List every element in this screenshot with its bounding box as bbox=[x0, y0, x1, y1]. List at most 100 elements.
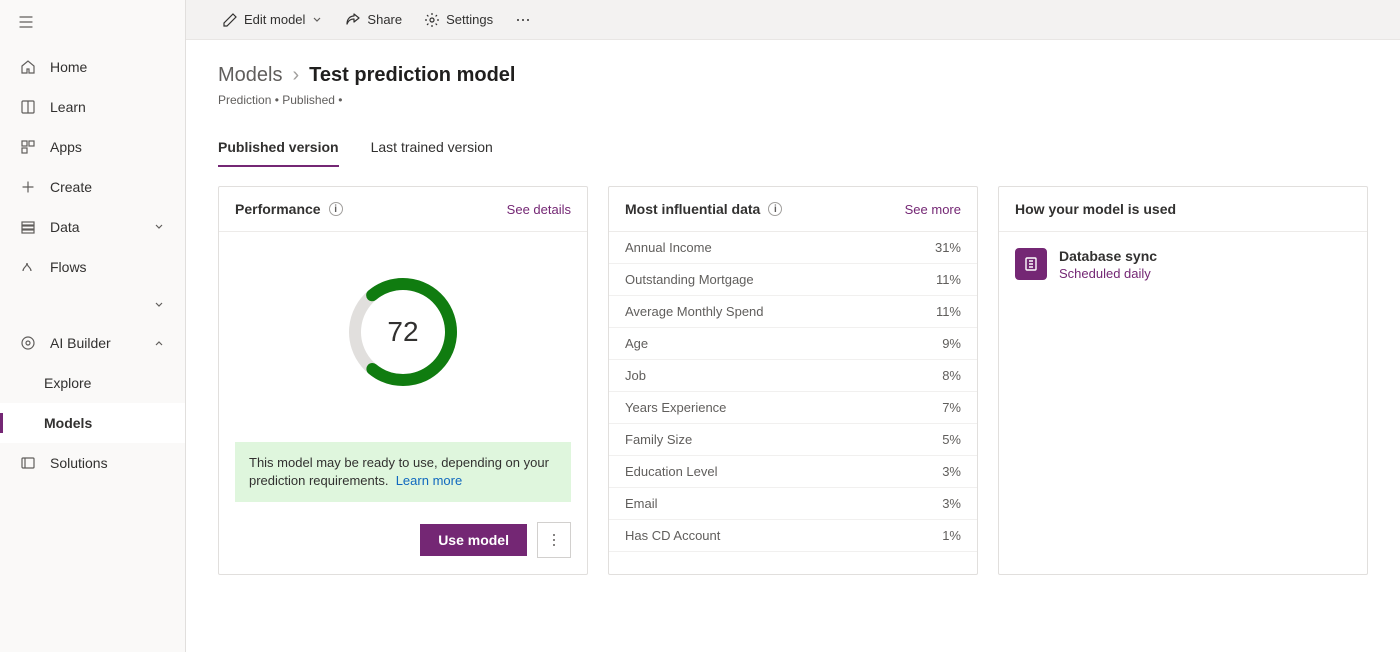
use-model-overflow-button[interactable] bbox=[537, 522, 571, 558]
hamburger-icon bbox=[18, 14, 34, 30]
chevron-down-icon bbox=[153, 299, 165, 311]
sidebar-item-label: Flows bbox=[50, 259, 87, 275]
breadcrumb-root[interactable]: Models bbox=[218, 64, 282, 87]
sidebar-item-label: Data bbox=[50, 219, 80, 235]
sidebar-item-label: Create bbox=[50, 179, 92, 195]
sidebar-item-create[interactable]: Create bbox=[0, 167, 185, 207]
sidebar-item-data[interactable]: Data bbox=[0, 207, 185, 247]
influential-name: Annual Income bbox=[625, 240, 712, 255]
learn-more-link[interactable]: Learn more bbox=[396, 473, 462, 488]
use-model-button[interactable]: Use model bbox=[420, 524, 527, 556]
pencil-icon bbox=[222, 12, 238, 28]
data-icon bbox=[20, 219, 36, 235]
toolbar-overflow-button[interactable] bbox=[507, 8, 539, 32]
chevron-down-icon bbox=[311, 14, 323, 26]
influential-name: Job bbox=[625, 368, 646, 383]
see-details-link[interactable]: See details bbox=[507, 202, 571, 217]
info-icon[interactable]: i bbox=[329, 202, 343, 216]
hamburger-button[interactable] bbox=[0, 0, 185, 47]
toolbar-label: Settings bbox=[446, 12, 493, 27]
chevron-up-icon bbox=[153, 337, 165, 349]
toolbar-label: Edit model bbox=[244, 12, 305, 27]
influential-row: Email3% bbox=[609, 488, 977, 520]
influential-pct: 3% bbox=[942, 464, 961, 479]
influential-row: Education Level3% bbox=[609, 456, 977, 488]
sidebar-item-ai-builder[interactable]: AI Builder bbox=[0, 323, 185, 363]
usage-card: How your model is used Database sync Sch… bbox=[998, 186, 1368, 575]
more-vertical-icon bbox=[546, 532, 562, 548]
page-title: Test prediction model bbox=[309, 64, 515, 87]
toolbar-label: Share bbox=[367, 12, 402, 27]
more-horizontal-icon bbox=[515, 12, 531, 28]
share-button[interactable]: Share bbox=[337, 8, 410, 32]
book-icon bbox=[20, 99, 36, 115]
chevron-down-icon bbox=[153, 221, 165, 233]
tabs: Published version Last trained version bbox=[218, 133, 1368, 168]
influential-name: Average Monthly Spend bbox=[625, 304, 764, 319]
influential-name: Has CD Account bbox=[625, 528, 720, 543]
sidebar-item-label: Explore bbox=[44, 375, 91, 391]
share-icon bbox=[345, 12, 361, 28]
card-title: Most influential data bbox=[625, 201, 760, 217]
usage-item-schedule: Scheduled daily bbox=[1059, 266, 1157, 281]
influential-row: Has CD Account 1% bbox=[609, 520, 977, 552]
ai-builder-icon bbox=[20, 335, 36, 351]
apps-icon bbox=[20, 139, 36, 155]
sidebar-item-explore[interactable]: Explore bbox=[0, 363, 185, 403]
influential-pct: 8% bbox=[942, 368, 961, 383]
usage-item-title[interactable]: Database sync bbox=[1059, 248, 1157, 264]
tab-last-trained-version[interactable]: Last trained version bbox=[371, 133, 493, 167]
influential-name: Age bbox=[625, 336, 648, 351]
influential-name: Years Experience bbox=[625, 400, 726, 415]
performance-score: 72 bbox=[387, 316, 418, 348]
performance-gauge: 72 bbox=[343, 272, 463, 392]
influential-pct: 5% bbox=[942, 432, 961, 447]
main: Edit model Share Settings Models › Test … bbox=[186, 0, 1400, 652]
tab-published-version[interactable]: Published version bbox=[218, 133, 339, 167]
influential-row: Outstanding Mortgage 11% bbox=[609, 264, 977, 296]
sidebar-item-apps[interactable]: Apps bbox=[0, 127, 185, 167]
influential-name: Email bbox=[625, 496, 658, 511]
influential-row: Family Size 5% bbox=[609, 424, 977, 456]
breadcrumb-sep: › bbox=[292, 64, 299, 87]
influential-data-card: Most influential data i See more Annual … bbox=[608, 186, 978, 575]
sidebar-collapse-row[interactable] bbox=[0, 287, 185, 323]
sidebar-item-label: Models bbox=[44, 415, 92, 431]
influential-row: Age 9% bbox=[609, 328, 977, 360]
plus-icon bbox=[20, 179, 36, 195]
info-icon[interactable]: i bbox=[768, 202, 782, 216]
home-icon bbox=[20, 59, 36, 75]
influential-list: Annual Income 31% Outstanding Mortgage 11% A… bbox=[609, 232, 977, 552]
influential-row: Average Monthly Spend11% bbox=[609, 296, 977, 328]
influential-row: Years Experience 7% bbox=[609, 392, 977, 424]
sidebar-item-models[interactable]: Models bbox=[0, 403, 185, 443]
toolbar: Edit model Share Settings bbox=[186, 0, 1400, 40]
influential-pct: 11% bbox=[936, 272, 961, 287]
influential-pct: 1% bbox=[942, 528, 961, 543]
influential-pct: 9% bbox=[942, 336, 961, 351]
sidebar-item-flows[interactable]: Flows bbox=[0, 247, 185, 287]
database-sync-icon bbox=[1015, 248, 1047, 280]
performance-message: This model may be ready to use, dependin… bbox=[235, 442, 571, 502]
sidebar-item-home[interactable]: Home bbox=[0, 47, 185, 87]
card-title: Performance bbox=[235, 201, 321, 217]
flows-icon bbox=[20, 259, 36, 275]
card-title: How your model is used bbox=[1015, 201, 1176, 217]
influential-row: Job 8% bbox=[609, 360, 977, 392]
sidebar-item-label: Solutions bbox=[50, 455, 108, 471]
sidebar-item-label: Apps bbox=[50, 139, 82, 155]
influential-name: Outstanding Mortgage bbox=[625, 272, 754, 287]
influential-name: Family Size bbox=[625, 432, 692, 447]
influential-row: Annual Income 31% bbox=[609, 232, 977, 264]
sidebar-item-solutions[interactable]: Solutions bbox=[0, 443, 185, 483]
sidebar-item-learn[interactable]: Learn bbox=[0, 87, 185, 127]
performance-card: Performance i See details 72 This model … bbox=[218, 186, 588, 575]
sidebar-item-label: Learn bbox=[50, 99, 86, 115]
influential-pct: 7% bbox=[942, 400, 961, 415]
edit-model-button[interactable]: Edit model bbox=[214, 8, 331, 32]
see-more-link[interactable]: See more bbox=[905, 202, 961, 217]
settings-button[interactable]: Settings bbox=[416, 8, 501, 32]
influential-pct: 31% bbox=[935, 240, 961, 255]
model-meta: Prediction • Published • bbox=[218, 93, 1368, 107]
gear-icon bbox=[424, 12, 440, 28]
